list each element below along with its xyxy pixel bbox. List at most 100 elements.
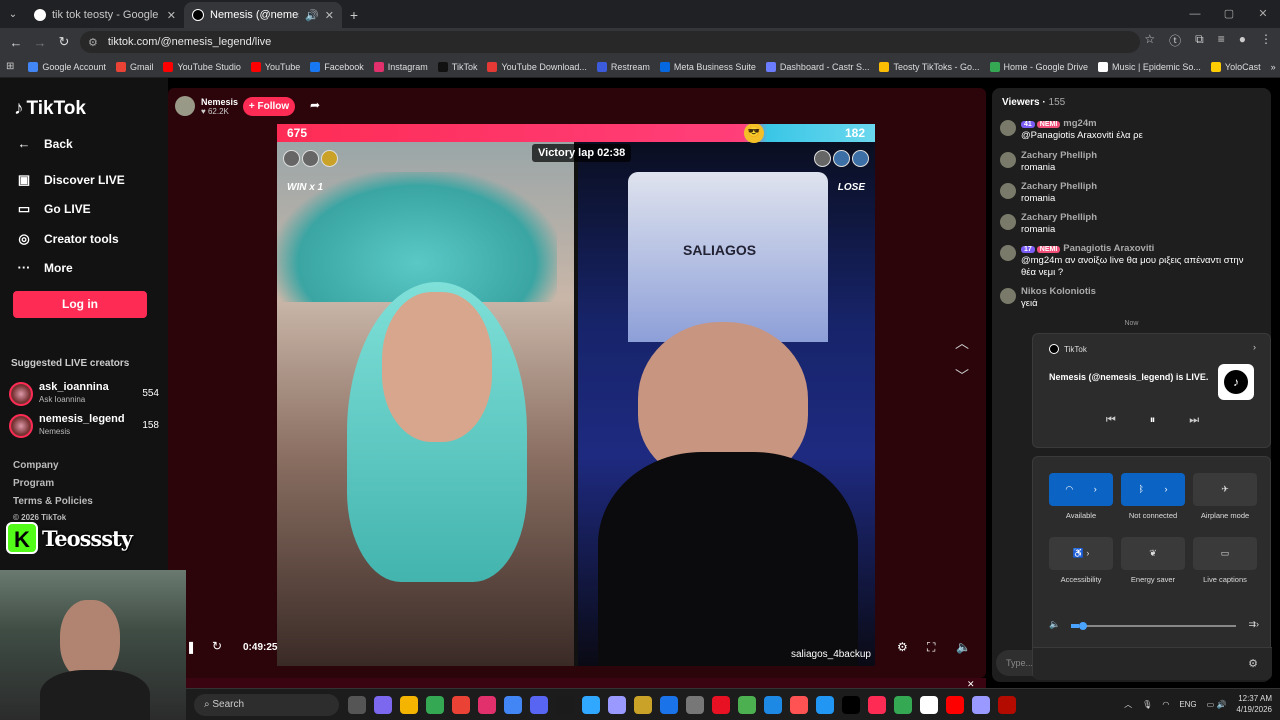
right-supporters[interactable]	[814, 150, 869, 167]
chevron-up-icon[interactable]: ︿	[1124, 699, 1132, 710]
nav-more[interactable]: ··· More	[16, 260, 73, 275]
chat-username[interactable]: Zachary Phelliph	[1021, 181, 1097, 192]
taskbar-app-icon[interactable]	[660, 696, 678, 714]
back-icon[interactable]: ←	[4, 35, 28, 50]
footer-program[interactable]: Program	[13, 478, 54, 489]
taskbar-app-icon[interactable]	[894, 696, 912, 714]
tiktok-logo[interactable]: ♪ TikTok	[14, 98, 86, 120]
footer-terms[interactable]: Terms & Policies	[13, 496, 93, 507]
nav-back[interactable]: ← Back	[16, 136, 73, 151]
nav-go-live[interactable]: ▭ Go LIVE	[16, 201, 91, 217]
bookmark-item[interactable]: Gmail	[112, 61, 158, 72]
taskbar-app-icon[interactable]	[842, 696, 860, 714]
airplane-tile[interactable]: ✈	[1193, 473, 1257, 506]
new-tab-button[interactable]: +	[342, 2, 366, 28]
chevron-right-icon[interactable]: ›	[1164, 484, 1167, 494]
taskbar-app-icon[interactable]	[608, 696, 626, 714]
bookmark-item[interactable]: Meta Business Suite	[656, 61, 760, 72]
taskbar-app-icon[interactable]	[504, 696, 522, 714]
volume-icon[interactable]: 🔈	[956, 640, 971, 654]
menu-icon[interactable]: ⋮	[1260, 32, 1272, 49]
previous-icon[interactable]: ⏮	[1106, 414, 1116, 427]
language-indicator[interactable]: ENG	[1179, 700, 1196, 709]
translate-icon[interactable]: ⓣ	[1169, 32, 1181, 49]
taskbar-search[interactable]: ⌕ Search	[194, 694, 339, 716]
volume-knob[interactable]	[1079, 622, 1088, 630]
tab-search-icon[interactable]: ⌄	[0, 2, 26, 28]
taskbar-app-icon[interactable]	[920, 696, 938, 714]
chevron-right-icon[interactable]: ›	[1094, 484, 1097, 494]
url-field[interactable]: ⚙ tiktok.com/@nemesis_legend/live	[80, 31, 1140, 53]
wifi-icon[interactable]: ◠	[1162, 700, 1169, 709]
battle-video[interactable]: SALIAGOS 675 😎 182 Victory lap 02:38 WIN…	[277, 124, 875, 666]
extensions-icon[interactable]: ⧉	[1195, 32, 1204, 49]
host-info[interactable]: Nemesis ♥ 62.2K	[175, 96, 238, 116]
taskbar-app-icon[interactable]	[790, 696, 808, 714]
login-button[interactable]: Log in	[13, 291, 147, 318]
taskbar-app-icon[interactable]	[478, 696, 496, 714]
volume-slider[interactable]: 🔈 ⇉›	[1049, 619, 1259, 633]
chat-username[interactable]: Zachary Phelliph	[1021, 212, 1097, 223]
nav-creator-tools[interactable]: ◎ Creator tools	[16, 231, 118, 247]
bookmark-item[interactable]: Teosty TikToks - Go...	[875, 61, 983, 72]
close-icon[interactable]: ✕	[325, 9, 334, 22]
energy-saver-tile[interactable]: ❦	[1121, 537, 1185, 570]
taskbar-app-icon[interactable]	[738, 696, 756, 714]
creator-item[interactable]: ask_ioannina Ask Ioannina 554	[9, 380, 159, 408]
chevron-right-icon[interactable]: ›	[1253, 342, 1256, 352]
taskbar-app-icon[interactable]	[816, 696, 834, 714]
taskbar-app-icon[interactable]	[452, 696, 470, 714]
star-icon[interactable]: ☆	[1144, 32, 1155, 49]
chat-username[interactable]: Zachary Phelliph	[1021, 150, 1097, 161]
bluetooth-tile[interactable]: ᛒ ›	[1121, 473, 1185, 506]
chevron-up-icon[interactable]: ︿	[955, 333, 969, 353]
network-icon[interactable]: ▭ 🔊	[1207, 700, 1227, 709]
bookmark-item[interactable]: YouTube Download...	[483, 61, 590, 72]
site-info-icon[interactable]: ⚙	[88, 36, 98, 49]
taskbar-app-icon[interactable]	[582, 696, 600, 714]
taskbar-app-icon[interactable]	[712, 696, 730, 714]
bookmark-item[interactable]: YoloCast	[1207, 61, 1265, 72]
maximize-icon[interactable]: ▢	[1212, 0, 1246, 28]
bookmark-item[interactable]: Instagram	[370, 61, 432, 72]
bookmark-item[interactable]: Facebook	[306, 61, 368, 72]
taskbar-app-icon[interactable]	[946, 696, 964, 714]
wifi-tile[interactable]: ◠ ›	[1049, 473, 1113, 506]
close-icon[interactable]: ✕	[167, 9, 176, 22]
taskbar-app-icon[interactable]	[426, 696, 444, 714]
taskbar-app-icon[interactable]	[348, 696, 366, 714]
pause-icon[interactable]: ❚	[186, 640, 196, 654]
bookmark-item[interactable]: Google Account	[24, 61, 110, 72]
left-supporters[interactable]	[283, 150, 338, 167]
creator-item[interactable]: nemesis_legend Nemesis 158	[9, 412, 159, 440]
apps-grid-icon[interactable]: ⊞	[6, 61, 14, 72]
taskbar-app-icon[interactable]	[530, 696, 548, 714]
nav-discover-live[interactable]: ▣ Discover LIVE	[16, 172, 125, 188]
chat-username[interactable]: Nikos Koloniotis	[1021, 286, 1096, 297]
pause-icon[interactable]: ⏸	[1150, 414, 1156, 427]
reload-icon[interactable]: ↻	[52, 34, 76, 50]
taskbar-app-icon[interactable]	[868, 696, 886, 714]
follow-button[interactable]: + Follow	[243, 97, 295, 116]
microphone-icon[interactable]: 🎙	[1142, 700, 1152, 709]
opponent-name[interactable]: saliagos_4backup	[791, 649, 871, 660]
audio-output-icon[interactable]: ⇉›	[1248, 619, 1259, 630]
settings-icon[interactable]: ⚙	[897, 640, 908, 654]
taskbar-app-icon[interactable]	[400, 696, 418, 714]
bookmark-item[interactable]: Dashboard - Castr S...	[762, 61, 874, 72]
refresh-icon[interactable]: ↻	[212, 639, 222, 653]
profile-avatar[interactable]: ●	[1239, 32, 1246, 49]
forward-icon[interactable]: →	[28, 35, 52, 50]
bookmark-item[interactable]: Restream	[593, 61, 654, 72]
taskbar-app-icon[interactable]	[998, 696, 1016, 714]
windows-notification[interactable]: TikTok › Nemesis (@nemesis_legend) is LI…	[1032, 333, 1271, 448]
clock[interactable]: 12:37 AM 4/19/2026	[1236, 693, 1272, 715]
bookmark-item[interactable]: YouTube	[247, 61, 304, 72]
taskbar-app-icon[interactable]	[764, 696, 782, 714]
settings-icon[interactable]: ⚙	[1248, 657, 1258, 670]
taskbar-app-icon[interactable]	[374, 696, 392, 714]
minimize-icon[interactable]: —	[1178, 0, 1212, 28]
speaker-icon[interactable]: 🔊	[305, 9, 319, 22]
fullscreen-icon[interactable]: ⛶	[927, 640, 935, 655]
close-window-icon[interactable]: ✕	[1246, 0, 1280, 28]
